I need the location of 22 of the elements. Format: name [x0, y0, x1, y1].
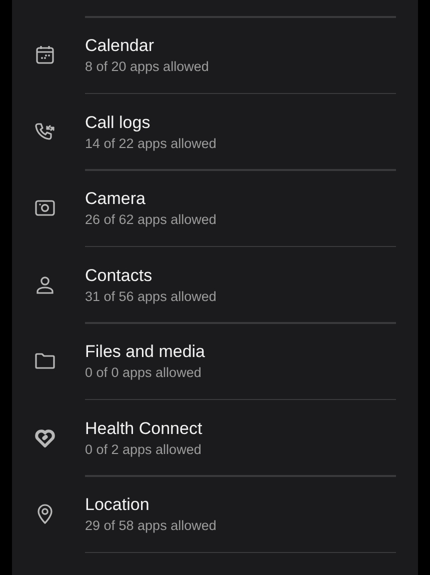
permission-item[interactable]: Files and media 0 of 0 apps allowed — [12, 324, 418, 398]
permission-item[interactable]: Camera 26 of 62 apps allowed — [12, 170, 418, 246]
permission-title: Calendar — [85, 36, 155, 56]
permission-item[interactable]: Call logs 14 of 22 apps allowed — [12, 94, 418, 169]
permission-title: Call logs — [85, 112, 152, 132]
permission-subtitle: 8 of 20 apps allowed — [85, 59, 209, 74]
permission-subtitle: 26 of 62 apps allowed — [85, 212, 216, 227]
permission-subtitle: 0 of 0 apps allowed — [85, 365, 202, 380]
permission-title: Health Connect — [85, 418, 202, 438]
permission-title: Location — [85, 495, 150, 515]
permission-item[interactable]: Location 29 of 58 apps allowed — [12, 476, 418, 552]
permission-item[interactable]: Contacts 31 of 56 apps allowed — [12, 247, 418, 322]
permission-subtitle: 29 of 58 apps allowed — [85, 518, 216, 533]
permission-item[interactable]: Calendar 8 of 20 apps allowed — [12, 18, 418, 92]
calendar-icon — [33, 43, 57, 67]
permission-subtitle: 0 of 2 apps allowed — [85, 442, 202, 456]
permission-item[interactable]: Health Connect 0 of 2 apps allowed — [12, 400, 418, 475]
permission-title: Camera — [85, 189, 146, 209]
permission-title: Contacts — [85, 266, 154, 286]
permission-subtitle: 14 of 22 apps allowed — [85, 136, 216, 150]
permission-subtitle: 31 of 56 apps allowed — [85, 288, 216, 304]
permission-title: Files and media — [85, 342, 206, 362]
